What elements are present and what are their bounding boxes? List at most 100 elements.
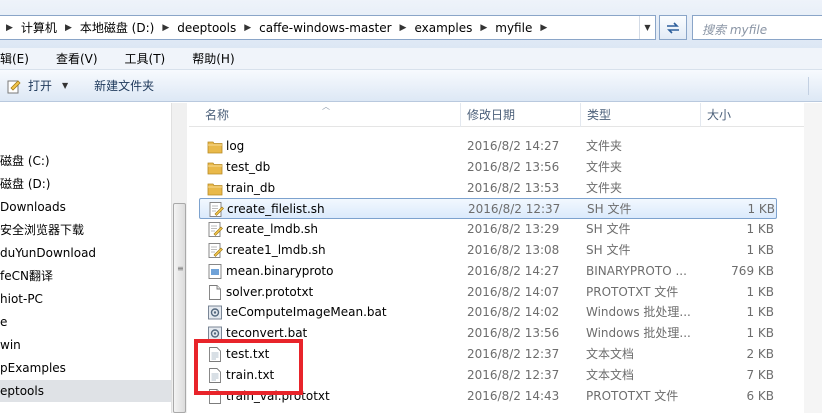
file-type: 文件夹 (586, 180, 623, 195)
table-row[interactable]: solver.prototxt 2016/8/2 14:07 PROTOTXT 文件… (199, 282, 777, 303)
nav-item-win[interactable]: win (0, 334, 171, 356)
nav-item-drive-d[interactable]: 磁盘 (D:) (0, 173, 171, 195)
nav-item-examples[interactable]: pExamples (0, 357, 171, 379)
file-date: 2016/8/2 13:53 (467, 180, 560, 195)
file-type: Windows 批处理... (586, 326, 691, 341)
search-input[interactable]: 搜索 myfile (692, 15, 822, 40)
chevron-right-icon[interactable]: ▶ (396, 23, 411, 33)
file-date: 2016/8/2 12:37 (468, 202, 561, 217)
chevron-right-icon[interactable]: ▶ (158, 23, 173, 33)
file-size: 1 KB (746, 284, 774, 299)
chevron-right-icon[interactable]: ▶ (61, 23, 76, 33)
new-folder-label: 新建文件夹 (94, 79, 155, 93)
column-type[interactable]: 类型 (581, 103, 701, 127)
open-button[interactable]: 打开 ▼ (0, 74, 74, 98)
nav-item-e[interactable]: e (0, 311, 171, 333)
toolbar-divider (808, 77, 822, 95)
file-list-scrollbar[interactable] (804, 103, 822, 413)
chevron-down-icon[interactable]: ▼ (62, 81, 68, 90)
file-size: 7 KB (746, 367, 774, 382)
refresh-button[interactable] (659, 15, 687, 40)
folder-icon (207, 159, 223, 176)
table-row[interactable]: create_lmdb.sh 2016/8/2 13:29 SH 文件 1 KB (199, 219, 777, 240)
menu-edit[interactable]: 辑(E) (0, 50, 29, 67)
file-name: teComputeImageMean.bat (226, 305, 387, 320)
nav-item-downloads[interactable]: Downloads (0, 196, 171, 218)
file-name: create1_lmdb.sh (226, 243, 326, 257)
nav-item-baiduyun-download[interactable]: duYunDownload (0, 242, 171, 264)
breadcrumb-caffe-windows-master[interactable]: caffe-windows-master (255, 21, 395, 35)
menu-tools[interactable]: 工具(T) (125, 50, 166, 67)
column-size[interactable]: 大小 (701, 103, 781, 127)
breadcrumb-drive-d[interactable]: 本地磁盘 (D:) (76, 19, 158, 36)
navigation-scrollbar[interactable]: ≡ (171, 103, 187, 413)
file-size: 1 KB (746, 222, 774, 237)
file-type: SH 文件 (586, 243, 631, 257)
address-dropdown-icon[interactable]: ▼ (639, 16, 655, 39)
nav-item-browser-downloads[interactable]: 安全浏览器下载 (0, 219, 171, 241)
chevron-right-icon[interactable]: ▶ (240, 23, 255, 33)
file-date: 2016/8/2 12:37 (467, 367, 560, 382)
file-name: test_db (226, 159, 271, 174)
nav-item-drive-c[interactable]: 磁盘 (C:) (0, 150, 171, 172)
file-type: 文本文档 (586, 347, 635, 361)
file-name: solver.prototxt (226, 284, 314, 299)
search-placeholder: 搜索 myfile (702, 23, 768, 37)
file-type: 文件夹 (586, 139, 623, 153)
breadcrumb-myfile[interactable]: myfile (491, 21, 536, 35)
toolbar: 打开 ▼ 新建文件夹 (0, 70, 822, 102)
file-name: train_db (226, 180, 276, 195)
table-row[interactable]: log 2016/8/2 14:27 文件夹 (199, 136, 777, 157)
column-date[interactable]: 修改日期 (461, 103, 581, 127)
file-date: 2016/8/2 14:27 (467, 139, 560, 153)
batch-file-icon (207, 304, 223, 321)
nav-item-deeptools[interactable]: eptools (0, 380, 171, 402)
table-row[interactable]: create1_lmdb.sh 2016/8/2 13:08 SH 文件 1 KB (199, 240, 777, 261)
breadcrumb-deeptools[interactable]: deeptools (173, 21, 240, 35)
column-name[interactable]: 名称 (199, 103, 461, 127)
chevron-right-icon[interactable]: ▶ (536, 23, 551, 33)
script-file-icon (208, 201, 224, 218)
file-size: 769 KB (731, 263, 774, 278)
file-date: 2016/8/2 13:29 (467, 222, 560, 237)
refresh-icon (667, 21, 679, 34)
file-size: 1 KB (746, 243, 774, 257)
new-folder-button[interactable]: 新建文件夹 (88, 74, 160, 98)
file-size (689, 136, 774, 157)
table-row[interactable]: teComputeImageMean.bat 2016/8/2 14:02 Wind… (199, 302, 777, 323)
file-size (689, 178, 774, 199)
file-name: create_lmdb.sh (226, 222, 319, 237)
sort-ascending-icon: ︿ (322, 102, 330, 111)
table-row[interactable]: create_filelist.sh 2016/8/2 12:37 SH 文件 1 K… (199, 198, 777, 220)
chevron-right-icon[interactable]: ▶ (2, 23, 17, 33)
file-size (689, 157, 774, 178)
scrollbar-thumb[interactable]: ≡ (173, 203, 186, 413)
table-row[interactable]: train_db 2016/8/2 13:53 文件夹 (199, 178, 777, 199)
table-row[interactable]: mean.binaryproto 2016/8/2 14:27 BINARYPROT… (199, 261, 777, 282)
breadcrumb-computer[interactable]: 计算机 (17, 19, 61, 36)
menu-view[interactable]: 查看(V) (56, 50, 98, 67)
chevron-right-icon[interactable]: ▶ (476, 23, 491, 33)
column-header: 名称 ︿ 修改日期 类型 大小 (189, 102, 822, 127)
nav-item-pc[interactable]: hiot-PC (0, 288, 171, 310)
nav-item-translate[interactable]: feCN翻译 (0, 265, 171, 287)
file-type: SH 文件 (587, 202, 632, 217)
address-bar[interactable]: ▶ 计算机 ▶ 本地磁盘 (D:) ▶ deeptools ▶ caffe-wi… (0, 15, 656, 40)
file-date: 2016/8/2 13:08 (467, 243, 560, 257)
menu-help[interactable]: 帮助(H) (192, 50, 234, 67)
file-date: 2016/8/2 14:27 (467, 263, 560, 278)
highlight-box (194, 339, 303, 395)
navigation-pane: 磁盘 (C:) 磁盘 (D:) Downloads 安全浏览器下载 duYunD… (0, 103, 171, 413)
file-type: 文本文档 (586, 367, 635, 382)
file-type: SH 文件 (586, 222, 631, 237)
folder-icon (207, 180, 223, 197)
file-type: PROTOTXT 文件 (586, 388, 679, 403)
script-file-icon (207, 221, 223, 238)
folder-icon (207, 138, 223, 155)
address-bar-region: ▶ 计算机 ▶ 本地磁盘 (D:) ▶ deeptools ▶ caffe-wi… (0, 0, 822, 52)
table-row[interactable]: test_db 2016/8/2 13:56 文件夹 (199, 157, 777, 178)
file-name: log (226, 139, 245, 153)
file-date: 2016/8/2 14:02 (467, 305, 560, 320)
breadcrumb-examples[interactable]: examples (410, 21, 476, 35)
file-date: 2016/8/2 13:56 (467, 159, 560, 174)
